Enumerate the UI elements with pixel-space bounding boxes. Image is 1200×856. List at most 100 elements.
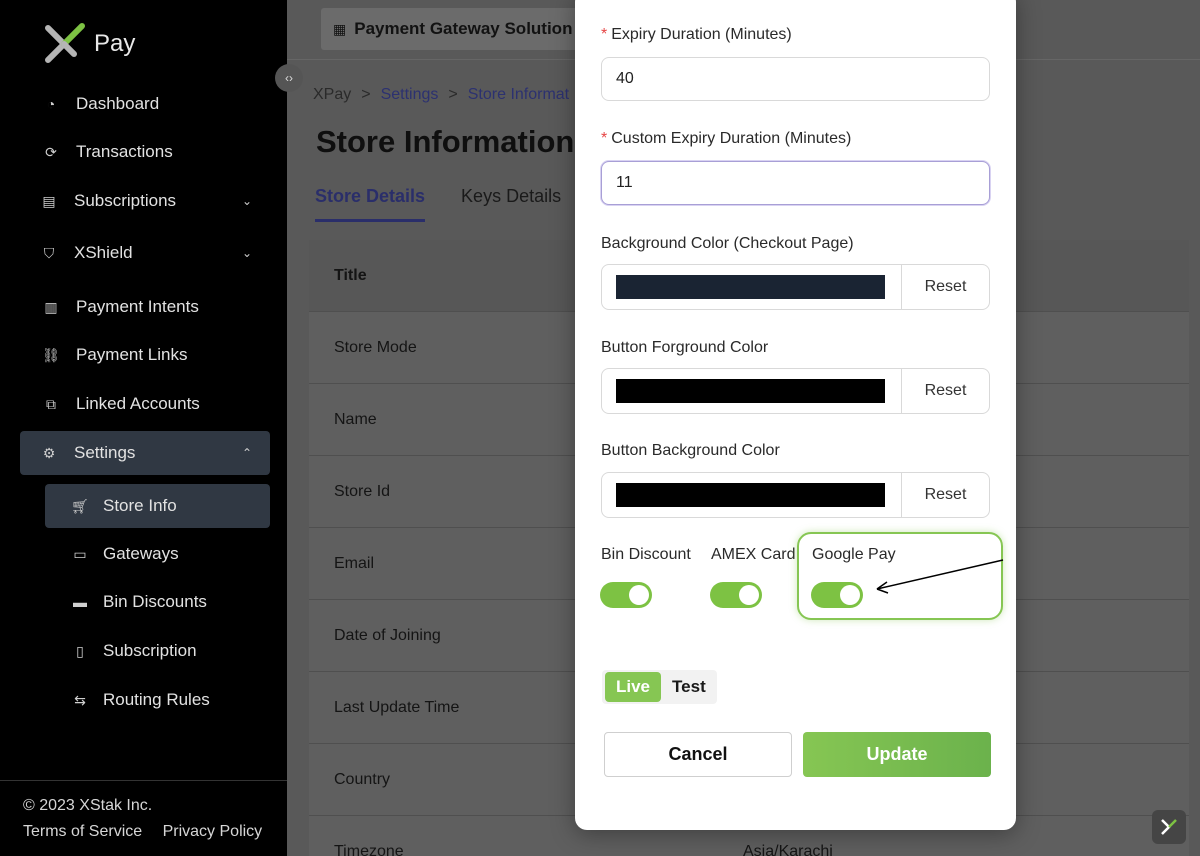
column-header-title: Title <box>334 266 367 284</box>
gateway-icon: ▭ <box>73 545 87 562</box>
row-title: Country <box>334 770 391 788</box>
xstak-corner-icon[interactable] <box>1152 810 1186 844</box>
cancel-button[interactable]: Cancel <box>604 732 792 777</box>
button-foreground-color-label: Button Forground Color <box>601 339 769 356</box>
xpay-logo[interactable]: Pay <box>44 22 135 66</box>
xstak-mark-icon <box>1161 819 1177 835</box>
amex-card-label: AMEX Card <box>711 546 796 563</box>
background-color-swatch[interactable] <box>616 275 885 299</box>
breadcrumb-root[interactable]: XPay <box>313 86 351 104</box>
button-background-color-swatch[interactable] <box>616 483 885 507</box>
chevron-down-icon: ⌄ <box>241 246 252 260</box>
brand-name: Pay <box>94 30 136 57</box>
mode-switch: Live Test <box>602 670 717 704</box>
button-foreground-color-swatch[interactable] <box>616 379 885 403</box>
row-title: Date of Joining <box>334 626 441 644</box>
background-color-label: Background Color (Checkout Page) <box>601 235 854 252</box>
sidebar-item-subscriptions[interactable]: ▤ Subscriptions ⌄ <box>20 181 270 221</box>
breadcrumb-current: Store Informat <box>467 86 570 103</box>
sidebar-subitem-label: Store Info <box>103 496 177 515</box>
row-title: Last Update Time <box>334 698 460 716</box>
grid-icon: ▦ <box>333 20 347 37</box>
sidebar-subitem-gateways[interactable]: ▭ Gateways <box>45 534 270 574</box>
dashboard-icon: ◔ <box>46 96 56 112</box>
store-selector[interactable]: ▦ Payment Gateway Solution ⇕ <box>321 8 603 50</box>
row-title: Store Mode <box>334 338 417 356</box>
sidebar: Pay ◔ Dashboard ⟳ Transactions ▤ Subscri… <box>0 0 287 856</box>
breadcrumb: XPay > Settings > Store Informat <box>313 86 569 104</box>
chevron-up-icon: ⌃ <box>241 446 252 460</box>
sidebar-subitem-label: Routing Rules <box>103 690 210 709</box>
background-color-reset-button[interactable]: Reset <box>902 265 989 309</box>
amex-card-toggle[interactable] <box>710 582 762 608</box>
subscription-icon: ▯ <box>76 642 84 659</box>
sidebar-item-label: XShield <box>74 243 133 262</box>
calendar-icon: ▤ <box>42 192 56 209</box>
pointer-arrow-icon <box>876 559 1004 594</box>
sidebar-item-label: Payment Intents <box>76 297 199 316</box>
tab-store-details[interactable]: Store Details <box>315 186 426 222</box>
sidebar-subitem-store-info[interactable]: 🛒︎ Store Info <box>45 484 270 528</box>
sidebar-item-payment-intents[interactable]: ▥ Payment Intents <box>20 287 270 327</box>
sidebar-subitem-label: Gateways <box>103 544 179 563</box>
bin-discount-toggle[interactable] <box>600 582 652 608</box>
button-foreground-color-field: Reset <box>601 368 990 414</box>
copyright: © 2023 XStak Inc. <box>23 797 153 814</box>
code-arrows-icon: ‹› <box>285 71 293 85</box>
store-selector-label: Payment Gateway Solution <box>354 19 573 38</box>
sidebar-item-payment-links[interactable]: ⛓ Payment Links <box>20 335 270 375</box>
breadcrumb-settings[interactable]: Settings <box>381 86 439 104</box>
link-icon: ⛓ <box>42 346 60 363</box>
sidebar-item-linked-accounts[interactable]: ⧉ Linked Accounts <box>20 384 270 424</box>
background-color-field: Reset <box>601 264 990 310</box>
breadcrumb-separator: > <box>361 86 371 103</box>
linked-accounts-icon: ⧉ <box>46 395 56 412</box>
sidebar-item-dashboard[interactable]: ◔ Dashboard <box>20 84 270 124</box>
update-button[interactable]: Update <box>803 732 991 777</box>
sidebar-item-label: Settings <box>74 443 136 462</box>
sidebar-subitem-label: Subscription <box>103 641 197 660</box>
sidebar-item-xshield[interactable]: ⛉ XShield ⌄ <box>20 233 270 273</box>
routing-icon: ⇆ <box>74 691 86 708</box>
page-title: Store Information <box>316 124 575 159</box>
custom-expiry-duration-input[interactable]: 11 <box>601 161 990 205</box>
button-background-color-label: Button Background Color <box>601 442 780 459</box>
expiry-duration-label: * Expiry Duration (Minutes) <box>601 26 792 43</box>
xstak-logo-icon <box>45 23 85 63</box>
mode-live-option[interactable]: Live <box>605 672 662 702</box>
custom-expiry-duration-label: * Custom Expiry Duration (Minutes) <box>601 130 852 147</box>
bin-discount-label: Bin Discount <box>601 546 691 563</box>
row-title: Store Id <box>334 482 391 500</box>
sidebar-collapse-button[interactable]: ‹› <box>275 64 303 92</box>
gear-icon: ⚙ <box>42 444 56 461</box>
document-icon: ▥ <box>44 298 58 315</box>
expiry-duration-input[interactable]: 40 <box>601 57 990 101</box>
sidebar-item-label: Subscriptions <box>74 191 177 210</box>
store-edit-modal: * Expiry Duration (Minutes) 40 * Custom Ex… <box>575 0 1016 830</box>
sidebar-subitem-label: Bin Discounts <box>103 592 207 611</box>
shield-icon: ⛉ <box>43 244 55 261</box>
button-background-color-field: Reset <box>601 472 990 518</box>
sidebar-item-transactions[interactable]: ⟳ Transactions <box>20 132 270 172</box>
row-value: Asia/Karachi <box>743 842 833 856</box>
sidebar-footer: © 2023 XStak Inc. Terms of Service Priva… <box>0 780 287 841</box>
row-title: Email <box>334 554 375 572</box>
google-pay-toggle[interactable] <box>811 582 863 608</box>
sidebar-subitem-bin-discounts[interactable]: ▬ Bin Discounts <box>45 582 270 622</box>
button-background-color-reset-button[interactable]: Reset <box>902 473 989 517</box>
privacy-link[interactable]: Privacy Policy <box>163 823 263 840</box>
sidebar-item-label: Transactions <box>76 142 173 161</box>
cart-icon: 🛒︎ <box>71 497 89 514</box>
tab-keys-details[interactable]: Keys Details <box>461 186 561 222</box>
sidebar-item-label: Dashboard <box>76 94 160 113</box>
sidebar-subitem-subscription[interactable]: ▯ Subscription <box>45 631 270 671</box>
sidebar-item-settings[interactable]: ⚙ Settings ⌃ <box>20 431 270 475</box>
chevron-down-icon: ⌄ <box>241 194 252 208</box>
terms-link[interactable]: Terms of Service <box>23 823 142 840</box>
tabs: Store Details Keys Details <box>315 186 561 222</box>
row-title: Name <box>334 410 377 428</box>
button-foreground-color-reset-button[interactable]: Reset <box>902 369 989 413</box>
mode-test-option[interactable]: Test <box>661 672 717 702</box>
sidebar-subitem-routing-rules[interactable]: ⇆ Routing Rules <box>45 680 270 720</box>
row-title: Timezone <box>334 842 404 856</box>
